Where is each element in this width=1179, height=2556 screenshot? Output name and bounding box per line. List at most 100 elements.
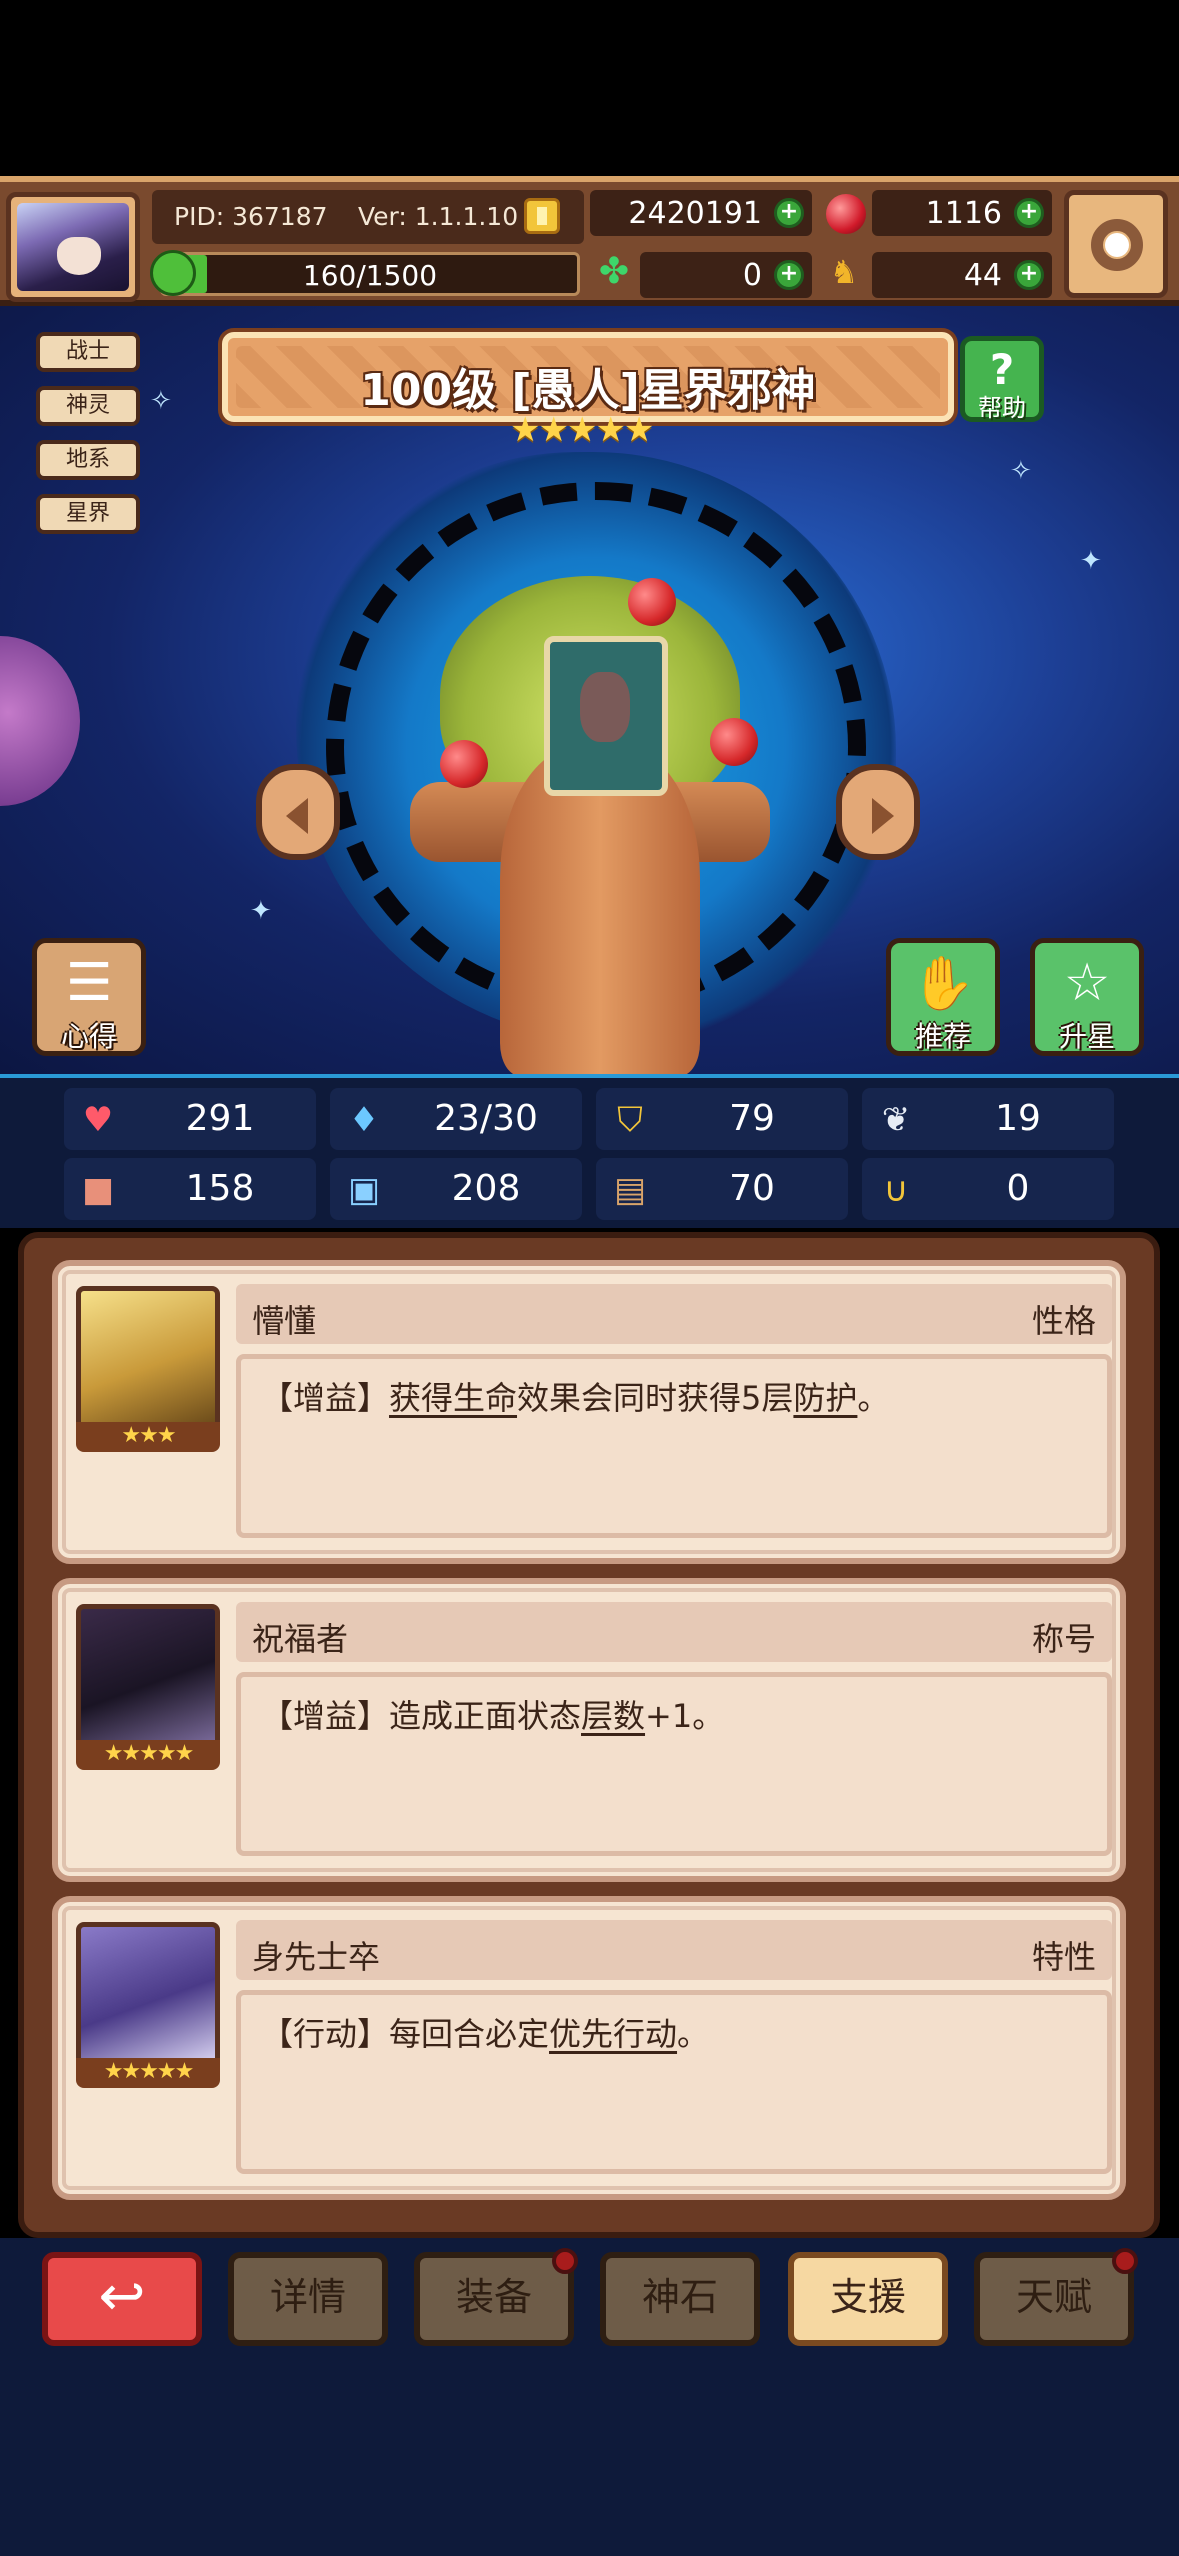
card-description-box: 【行动】每回合必定优先行动。: [236, 1990, 1112, 2174]
arrow-left-icon: [286, 798, 308, 834]
desc-text: 【行动】每回合必定: [261, 2015, 550, 2053]
horseshoe-icon: ∪: [883, 1170, 909, 1210]
stat-value: 0: [1006, 1168, 1030, 1209]
avatar-portrait: [17, 203, 129, 291]
tab-support[interactable]: 支援: [788, 2252, 948, 2346]
back-button[interactable]: ↩: [42, 2252, 202, 2346]
card-kind: 称号: [1031, 1620, 1096, 1658]
desc-text: +1。: [645, 1697, 725, 1735]
clover-counter: 0 +: [640, 252, 812, 298]
clover-value: 0: [742, 258, 762, 293]
tab-talent[interactable]: 天赋: [974, 2248, 1138, 2346]
question-icon: ?: [989, 345, 1015, 394]
tab-equipment[interactable]: 装备: [414, 2248, 578, 2346]
add-gem-button[interactable]: +: [1014, 198, 1044, 228]
stat-value: 19: [995, 1098, 1041, 1139]
planet-decoration: [0, 636, 80, 806]
card-name: 祝福者: [252, 1620, 349, 1658]
desc-text: 【增益】造成正面状态: [261, 1697, 582, 1735]
class-tag-warrior[interactable]: 战士: [36, 332, 140, 372]
scroll-icon: ☰: [65, 953, 113, 1013]
red-gem-icon: [826, 194, 866, 234]
card-description-box: 【增益】获得生命效果会同时获得5层防护。: [236, 1354, 1112, 1538]
boss-scene: ✦ ✦ ✧ ✧ 战士 神灵 地系 星界 100级 [愚人]星界邪神 ★★★★★ …: [0, 306, 1179, 1078]
gold-coin-icon: [524, 198, 560, 234]
star-decoration: ✧: [1010, 456, 1032, 486]
add-gold-button[interactable]: +: [774, 198, 804, 228]
wing-icon: ❦: [881, 1100, 911, 1140]
support-card[interactable]: ★★★★★ 祝福者 称号 【增益】造成正面状态层数+1。: [52, 1578, 1126, 1882]
tab-divine-stone[interactable]: 神石: [600, 2252, 760, 2346]
stat-value: 70: [729, 1168, 775, 1209]
trophy-icon: ♞: [829, 253, 859, 291]
help-label: 帮助: [978, 394, 1026, 422]
gem-counter: 1116 +: [872, 190, 1052, 236]
boss-title: 100级 [愚人]星界邪神: [360, 365, 816, 416]
trophy-counter: 44 +: [872, 252, 1052, 298]
red-orb: [440, 740, 488, 788]
stat-magic: ▤ 70: [596, 1158, 848, 1220]
support-card[interactable]: ★★★★★ 身先士卒 特性 【行动】每回合必定优先行动。: [52, 1896, 1126, 2200]
stats-grid: ♥ 291 ♦ 23/30 ⛉ 79 ❦ 19 ■ 158 ▣ 208 ▤ 70 ∪ 0: [0, 1078, 1179, 1228]
red-orb: [710, 718, 758, 766]
stat-speed: ❦ 19: [862, 1088, 1114, 1150]
stat-strength: ■ 158: [64, 1158, 316, 1220]
card-description: 【行动】每回合必定优先行动。: [261, 2009, 709, 2055]
keyword-link[interactable]: 层数: [581, 1697, 645, 1735]
notification-dot: [552, 2248, 578, 2274]
arrow-right-icon: [872, 798, 894, 834]
recommend-button[interactable]: ✋ 推荐: [886, 938, 1000, 1056]
card-description-box: 【增益】造成正面状态层数+1。: [236, 1672, 1112, 1856]
stat-defense: ⛉ 79: [596, 1088, 848, 1150]
add-trophy-button[interactable]: +: [1014, 260, 1044, 290]
keyword-link[interactable]: 防护: [793, 1379, 857, 1417]
player-avatar[interactable]: [6, 192, 140, 302]
class-tag-deity[interactable]: 神灵: [36, 386, 140, 426]
gold-value: 2420191: [628, 196, 762, 231]
stat-value: 79: [729, 1098, 775, 1139]
desc-text: 。: [857, 1379, 890, 1417]
clover-icon: ✤: [598, 251, 630, 292]
stat-value: 208: [451, 1168, 521, 1209]
add-clover-button[interactable]: +: [774, 260, 804, 290]
support-card[interactable]: ★★★ 懵懂 性格 【增益】获得生命效果会同时获得5层防护。: [52, 1260, 1126, 1564]
recommend-label: 推荐: [914, 1020, 971, 1053]
tab-details[interactable]: 详情: [228, 2252, 388, 2346]
insights-button[interactable]: ☰ 心得: [32, 938, 146, 1056]
tome-icon: ▤: [613, 1170, 647, 1210]
gold-counter: 2420191 +: [590, 190, 812, 236]
gem-value: 1116: [925, 196, 1002, 231]
card-portrait: [76, 1922, 220, 2066]
keyword-link[interactable]: 优先行动: [549, 2015, 677, 2053]
keyword-link[interactable]: 获得生命: [389, 1379, 517, 1417]
star-up-button[interactable]: ☆ 升星: [1030, 938, 1144, 1056]
class-tag-earth[interactable]: 地系: [36, 440, 140, 480]
stamina-bar: 160/1500: [160, 252, 580, 296]
stat-value: 291: [185, 1098, 255, 1139]
card-name: 懵懂: [252, 1302, 317, 1340]
star-up-label: 升星: [1058, 1020, 1115, 1053]
game-version: Ver: 1.1.1.10: [358, 202, 519, 231]
thumbs-up-icon: ✋: [910, 954, 976, 1014]
fist-icon: ■: [81, 1170, 115, 1210]
boss-title-banner: 100级 [愚人]星界邪神: [222, 332, 954, 422]
stat-value: 158: [185, 1168, 255, 1209]
next-boss-button[interactable]: [836, 764, 920, 860]
card-kind: 特性: [1031, 1938, 1096, 1976]
card-portrait: [76, 1286, 220, 1430]
heart-icon: ♥: [82, 1100, 114, 1140]
card-kind: 性格: [1031, 1302, 1096, 1340]
gear-icon: [1091, 219, 1143, 271]
settings-button[interactable]: [1064, 190, 1168, 298]
card-name-bar: 祝福者 称号: [236, 1602, 1112, 1662]
card-stars: ★★★★★: [76, 2058, 220, 2088]
stamina-value: 160/1500: [302, 259, 438, 292]
class-tag-astral[interactable]: 星界: [36, 494, 140, 534]
tab-talent-label: 天赋: [1015, 2275, 1092, 2319]
trophy-value: 44: [963, 258, 1002, 293]
card-description: 【增益】造成正面状态层数+1。: [261, 1691, 724, 1737]
player-id: PID: 367187: [174, 202, 328, 231]
boss-star-rating: ★★★★★: [510, 410, 654, 450]
previous-boss-button[interactable]: [256, 764, 340, 860]
help-button[interactable]: ? 帮助: [960, 336, 1044, 422]
